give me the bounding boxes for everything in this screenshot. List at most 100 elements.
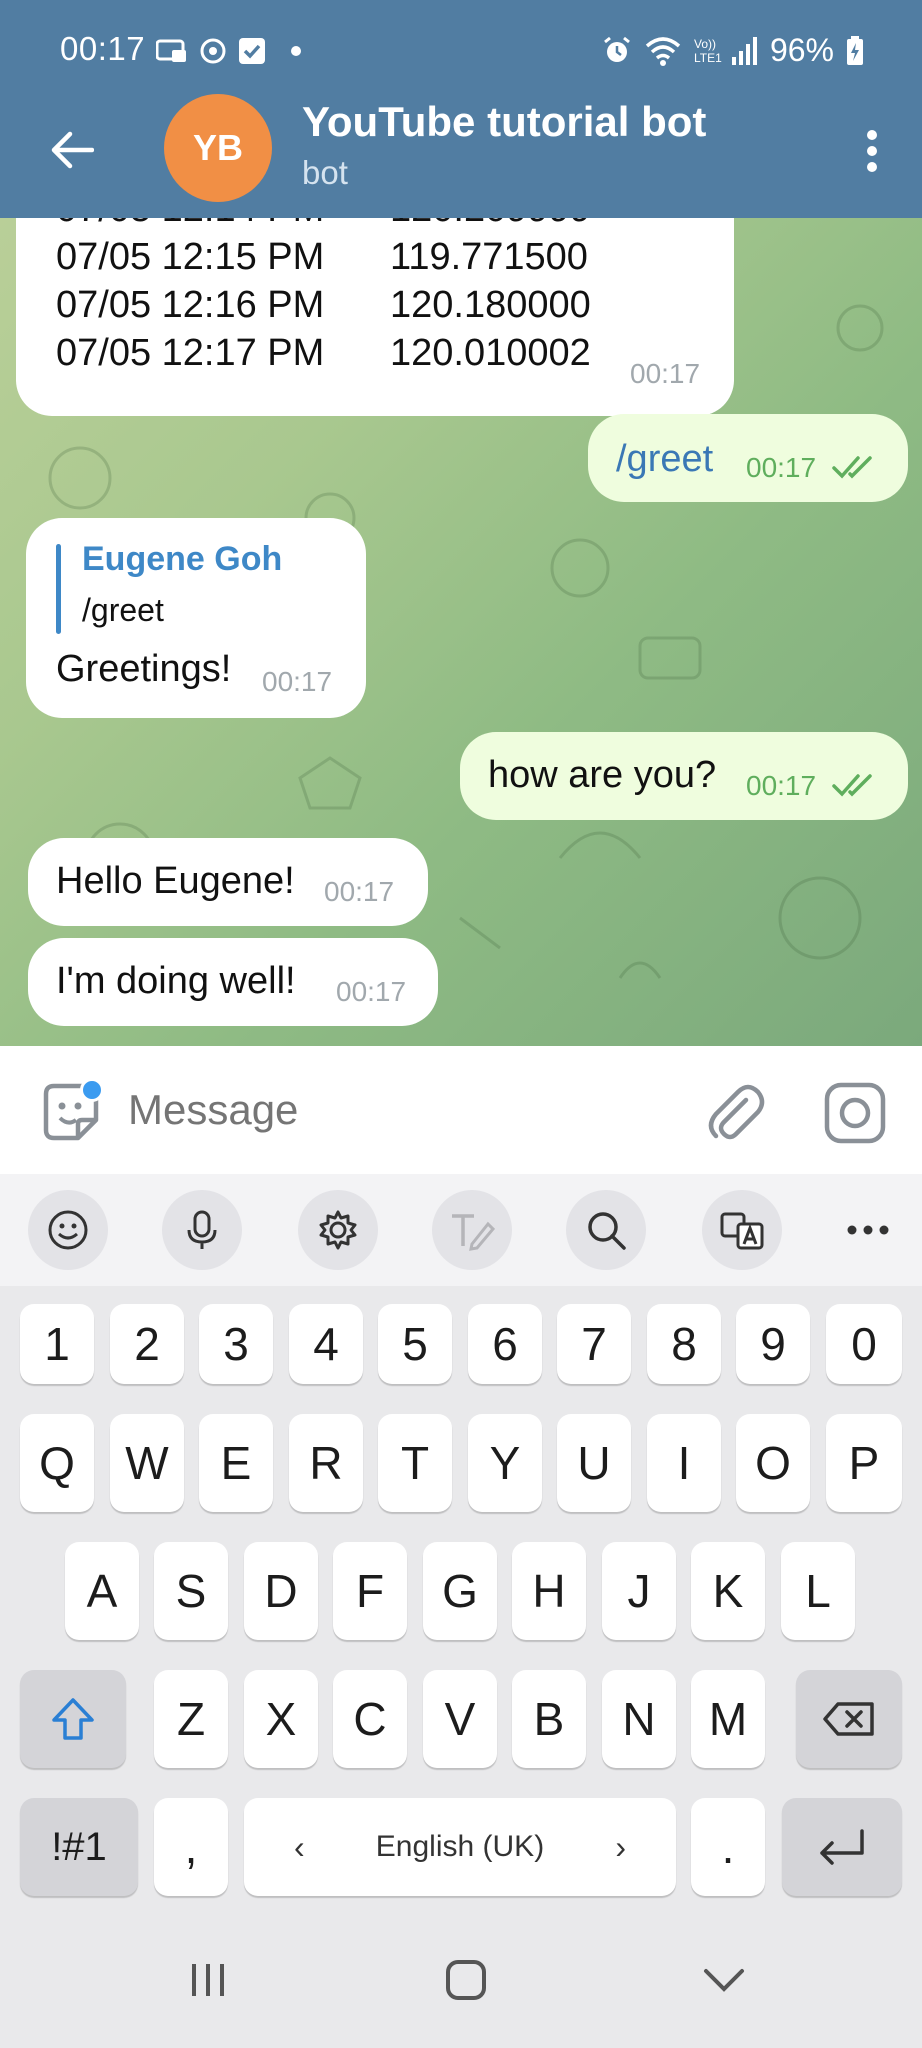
chevron-left-icon: ‹	[294, 1828, 305, 1865]
message-text: how are you?	[488, 754, 717, 796]
space-key[interactable]: ‹ English (UK) ›	[244, 1798, 676, 1896]
status-left-icons	[156, 36, 306, 66]
key-p[interactable]: P	[826, 1414, 902, 1512]
battery-percent: 96%	[769, 32, 834, 68]
svg-text:LTE1: LTE1	[694, 51, 722, 65]
key-o[interactable]: O	[736, 1414, 810, 1512]
key-v[interactable]: V	[423, 1670, 497, 1768]
microphone-icon	[187, 1210, 217, 1249]
key-z[interactable]: Z	[154, 1670, 228, 1768]
key-5[interactable]: 5	[378, 1304, 452, 1384]
key-f[interactable]: F	[333, 1542, 407, 1640]
key-8[interactable]: 8	[647, 1304, 721, 1384]
status-right-icons: Vo)) LTE1 96%	[602, 32, 864, 69]
table-row: 07/05 12:17 PM 120.010002	[56, 332, 591, 375]
more-icon	[847, 1225, 889, 1235]
message-text: I'm doing well!	[56, 960, 296, 1002]
key-k[interactable]: K	[691, 1542, 765, 1640]
battery-icon	[847, 35, 863, 65]
reply-quote-bar	[56, 544, 61, 634]
key-j[interactable]: J	[602, 1542, 676, 1640]
key-h[interactable]: H	[512, 1542, 586, 1640]
home-button[interactable]	[436, 1950, 496, 2010]
key-c[interactable]: C	[333, 1670, 407, 1768]
back-nav-button[interactable]	[694, 1950, 754, 2010]
sticker-notification-dot	[80, 1078, 104, 1102]
key-3[interactable]: 3	[199, 1304, 273, 1384]
emoji-button[interactable]	[28, 1190, 108, 1270]
table-value: 120.209999	[390, 218, 591, 231]
message-bubble-table[interactable]: 07/05 12:14 PM 120.209999 07/05 12:15 PM…	[16, 218, 734, 416]
message-text-command[interactable]: /greet	[616, 438, 713, 481]
back-button[interactable]	[40, 118, 104, 182]
key-m[interactable]: M	[691, 1670, 765, 1768]
key-2[interactable]: 2	[110, 1304, 184, 1384]
key-0[interactable]: 0	[826, 1304, 902, 1384]
chat-title[interactable]: YouTube tutorial bot	[302, 98, 706, 146]
key-w[interactable]: W	[110, 1414, 184, 1512]
key-4[interactable]: 4	[289, 1304, 363, 1384]
message-time: 00:17	[262, 666, 333, 697]
message-bubble-outgoing[interactable]: /greet 00:17	[588, 414, 908, 502]
enter-icon	[820, 1829, 864, 1865]
key-1[interactable]: 1	[20, 1304, 94, 1384]
key-y[interactable]: Y	[468, 1414, 542, 1512]
keyboard-settings-button[interactable]	[298, 1190, 378, 1270]
key-b[interactable]: B	[512, 1670, 586, 1768]
attach-icon[interactable]	[702, 1080, 768, 1146]
message-time: 00:17	[746, 452, 817, 483]
table-date: 07/05 12:16 PM	[56, 284, 325, 326]
message-text: Hello Eugene!	[56, 860, 295, 902]
reply-quote-author[interactable]: Eugene Goh	[82, 540, 282, 579]
comma-key[interactable]: ,	[154, 1798, 228, 1896]
recent-apps-button[interactable]	[178, 1950, 238, 2010]
symbols-key[interactable]: !#1	[20, 1798, 138, 1896]
message-bubble-reply[interactable]: Eugene Goh /greet Greetings! 00:17	[26, 518, 366, 718]
key-9[interactable]: 9	[736, 1304, 810, 1384]
shift-key[interactable]	[20, 1670, 126, 1768]
voice-input-button[interactable]	[162, 1190, 242, 1270]
message-bubble-outgoing[interactable]: how are you? 00:17	[460, 732, 908, 820]
key-x[interactable]: X	[244, 1670, 318, 1768]
key-n[interactable]: N	[602, 1670, 676, 1768]
key-q[interactable]: Q	[20, 1414, 94, 1512]
key-u[interactable]: U	[557, 1414, 631, 1512]
key-s[interactable]: S	[154, 1542, 228, 1640]
key-d[interactable]: D	[244, 1542, 318, 1640]
table-value: 120.010002	[390, 332, 591, 374]
recent-apps-icon	[192, 1964, 224, 1996]
signal-icon: Vo))LTE1	[694, 36, 757, 65]
message-input[interactable]	[128, 1086, 688, 1134]
table-date: 07/05 12:15 PM	[56, 236, 325, 278]
message-bubble-incoming[interactable]: Hello Eugene! 00:17	[28, 838, 428, 926]
camera-icon[interactable]	[822, 1080, 888, 1146]
key-l[interactable]: L	[781, 1542, 855, 1640]
backspace-key[interactable]	[796, 1670, 902, 1768]
enter-key[interactable]	[782, 1798, 902, 1896]
key-t[interactable]: T	[378, 1414, 452, 1512]
message-bubble-incoming[interactable]: I'm doing well! 00:17	[28, 938, 438, 1026]
table-date: 07/05 12:14 PM	[56, 218, 324, 230]
search-button[interactable]	[566, 1190, 646, 1270]
more-tools-button[interactable]	[828, 1190, 908, 1270]
key-a[interactable]: A	[65, 1542, 139, 1640]
more-options-button[interactable]	[842, 116, 902, 186]
chat-area[interactable]: 07/05 12:14 PM 120.209999 07/05 12:15 PM…	[0, 218, 922, 1046]
key-r[interactable]: R	[289, 1414, 363, 1512]
translate-button[interactable]	[702, 1190, 782, 1270]
cast-icon	[156, 39, 186, 62]
period-key[interactable]: .	[691, 1798, 765, 1896]
message-time: 00:17	[336, 976, 407, 1007]
handwriting-button[interactable]	[432, 1190, 512, 1270]
reply-quote-text[interactable]: /greet	[82, 592, 164, 629]
key-7[interactable]: 7	[557, 1304, 631, 1384]
table-row: 07/05 12:16 PM 120.180000	[56, 284, 591, 327]
svg-text:Vo)): Vo))	[694, 37, 716, 51]
key-g[interactable]: G	[423, 1542, 497, 1640]
key-e[interactable]: E	[199, 1414, 273, 1512]
translate-icon	[720, 1212, 764, 1250]
key-6[interactable]: 6	[468, 1304, 542, 1384]
key-i[interactable]: I	[647, 1414, 721, 1512]
avatar[interactable]: YB	[164, 94, 272, 202]
chat-topbar: YB YouTube tutorial bot bot	[0, 90, 922, 218]
